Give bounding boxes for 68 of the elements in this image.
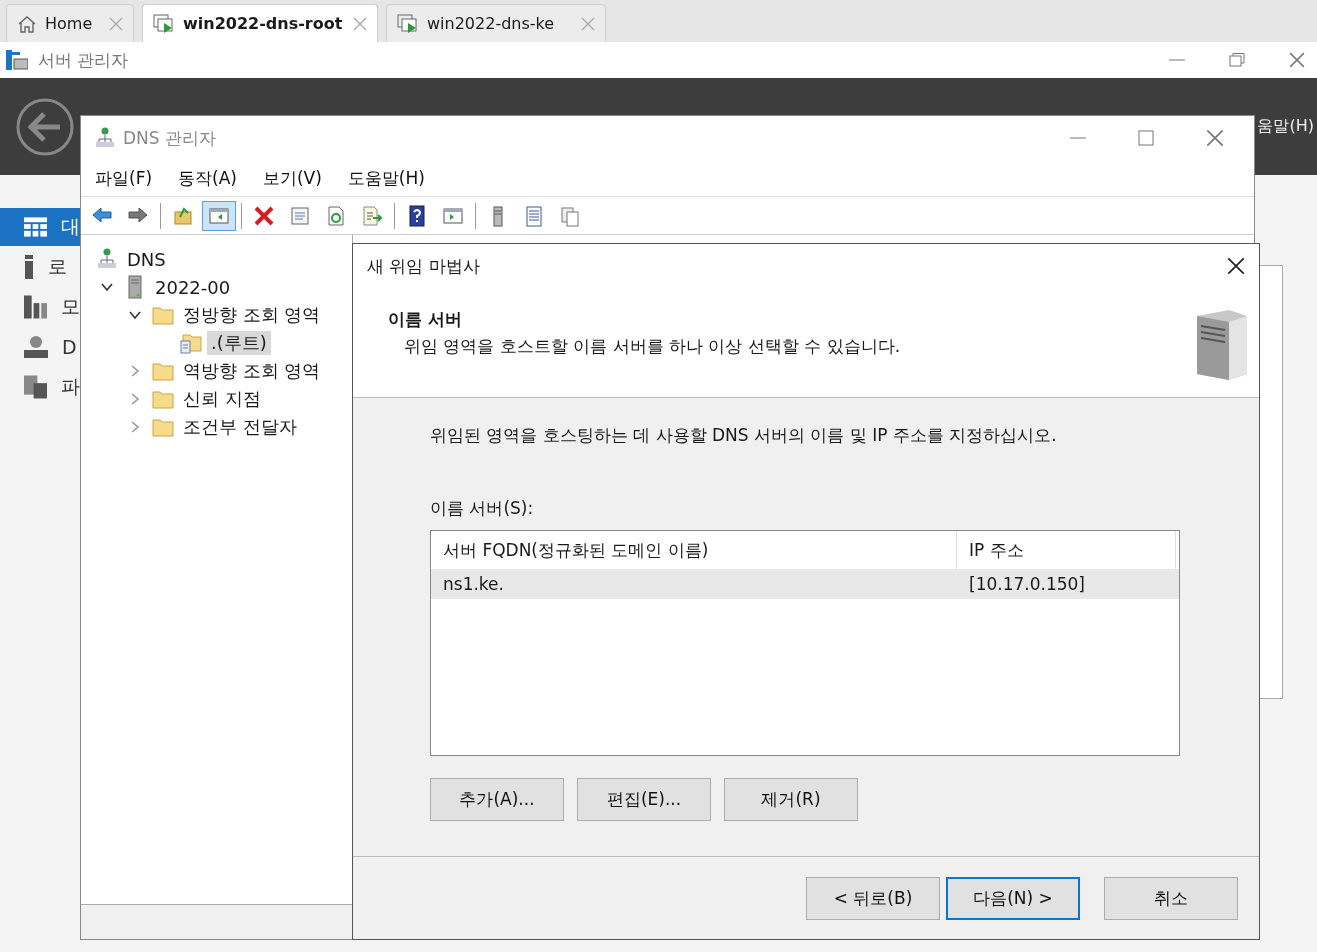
window-title: DNS 관리자: [123, 126, 216, 150]
tree-item[interactable]: 조건부 전달자: [179, 415, 301, 439]
list-button[interactable]: 추가(A)...: [430, 778, 564, 821]
home-icon: [17, 14, 37, 33]
server-icon: [128, 275, 142, 299]
zone-file-icon: [180, 332, 202, 354]
tree-item[interactable]: 신뢰 지점: [179, 387, 265, 411]
delete-icon: [253, 204, 275, 227]
tree-item[interactable]: .(루트): [207, 331, 271, 355]
restore-icon[interactable]: [1229, 53, 1245, 67]
instruction-text: 위임된 영역을 호스팅하는 데 사용할 DNS 서버의 이름 및 IP 주소를 지정하십시오.: [430, 424, 1058, 447]
list-icon: [523, 204, 545, 227]
close-icon[interactable]: [1227, 257, 1245, 275]
server-icon: [24, 255, 34, 279]
dialog-title: 새 위임 마법사: [367, 254, 480, 278]
wizard-button[interactable]: 다음(N) >: [946, 876, 1080, 920]
menu-item[interactable]: 동작(A): [178, 166, 237, 190]
window-title: 서버 관리자: [38, 48, 129, 72]
folder-icon: [152, 361, 174, 381]
list-button[interactable]: 제거(R): [724, 778, 858, 821]
browser-tab[interactable]: win2022-dns-root: [142, 4, 378, 42]
menu-item[interactable]: 파일(F): [95, 166, 153, 190]
dns-network-icon: [95, 127, 115, 149]
sidebar-item[interactable]: 로: [0, 248, 80, 286]
close-tab-icon[interactable]: [581, 16, 595, 31]
servers-icon: [24, 295, 47, 319]
name-server-list[interactable]: 서버 FQDN(정규화된 도메인 이름) IP 주소 ns1.ke. [10.17.0.150]: [430, 530, 1180, 756]
table-row[interactable]: ns1.ke. [10.17.0.150]: [431, 569, 1179, 599]
export-icon: [361, 204, 383, 227]
server-manager-icon: [6, 50, 28, 70]
sidebar-item[interactable]: 파: [0, 368, 80, 406]
menu-item[interactable]: 도움말(H): [347, 166, 425, 190]
close-tab-icon[interactable]: [353, 16, 367, 31]
list-button[interactable]: 편집(E)...: [577, 778, 711, 821]
wizard-button[interactable]: 취소: [1104, 876, 1238, 920]
dashboard-icon: [24, 217, 47, 237]
folder-icon: [152, 417, 174, 437]
table-cell-text: [10.17.0.150]: [968, 573, 1086, 596]
list-label: 이름 서버(S):: [430, 497, 535, 520]
close-tab-icon[interactable]: [109, 16, 123, 31]
refresh-icon: [325, 204, 347, 227]
tree-item[interactable]: 역방향 조회 영역: [179, 359, 325, 383]
copy-icon: [559, 204, 581, 227]
sidebar-item[interactable]: 대: [0, 208, 80, 246]
help-menu[interactable]: 움말(H): [1257, 116, 1314, 137]
back-icon[interactable]: [16, 98, 74, 156]
sidebar-item[interactable]: 모: [0, 288, 80, 326]
vm-icon: [397, 13, 419, 34]
folder-icon: [152, 389, 174, 409]
page-subheading: 위임 영역을 호스트할 이름 서버를 하나 이상 선택할 수 있습니다.: [404, 335, 902, 358]
browser-tab[interactable]: Home: [6, 4, 134, 42]
file-storage-icon: [24, 375, 47, 399]
tree-item[interactable]: 정방향 조회 영역: [179, 303, 325, 327]
menu-item[interactable]: 보기(V): [262, 166, 322, 190]
dns-network-icon: [97, 248, 117, 270]
tree-item[interactable]: 2022-00: [151, 276, 235, 298]
tree-item[interactable]: DNS: [123, 248, 170, 270]
help-icon: [406, 204, 428, 227]
properties-icon: [289, 204, 311, 227]
page-heading: 이름 서버: [388, 308, 463, 331]
vm-icon: [153, 13, 175, 34]
wizard-button[interactable]: < 뒤로(B): [806, 876, 940, 920]
browser-tab[interactable]: win2022-dns-ke: [386, 4, 606, 42]
table-cell-text: ns1.ke.: [442, 573, 505, 596]
maximize-icon[interactable]: [1138, 130, 1154, 146]
folder-icon: [152, 305, 174, 325]
dns-role-icon: [24, 336, 48, 358]
sidebar-item[interactable]: D: [0, 328, 80, 366]
